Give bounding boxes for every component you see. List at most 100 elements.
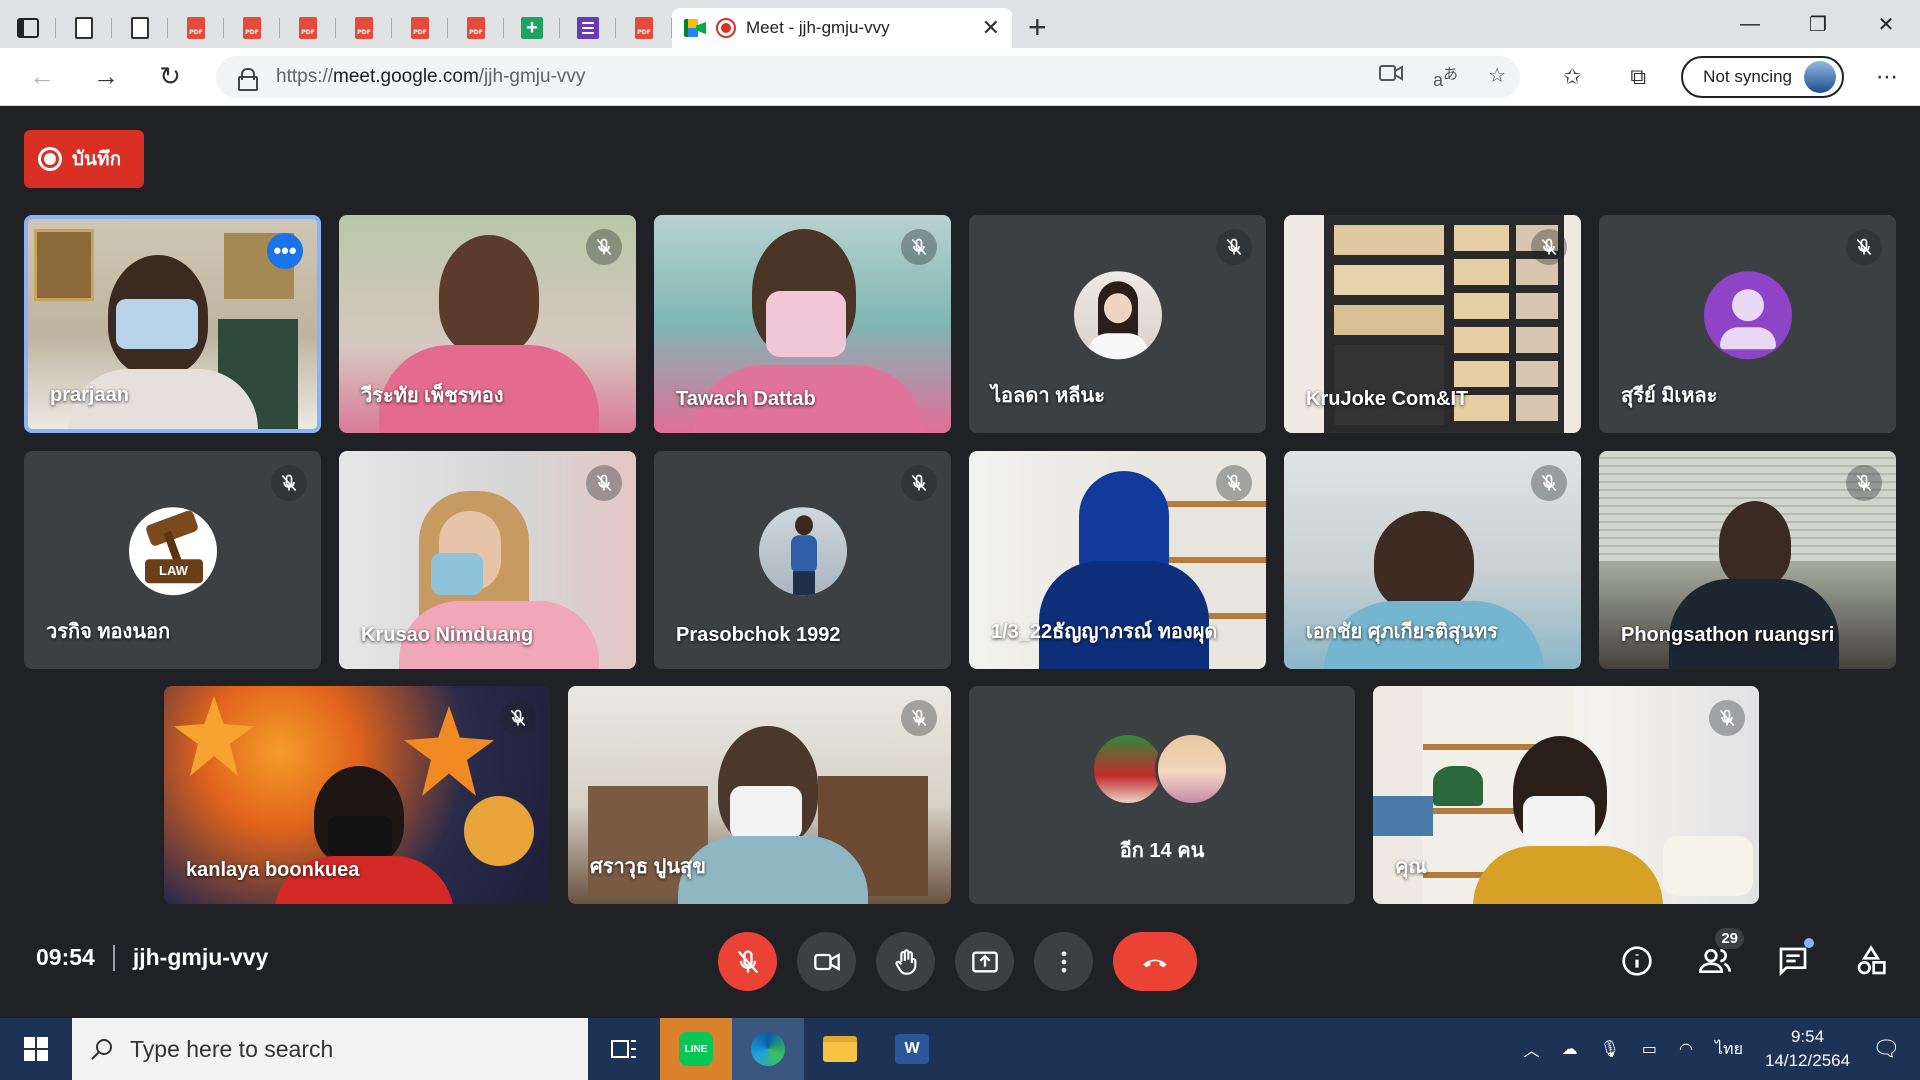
microphone-toggle-button[interactable] xyxy=(718,932,777,991)
participant-tile[interactable]: ••• prarjaan xyxy=(24,215,321,433)
participant-tile[interactable]: LAW วรกิจ ทองนอก xyxy=(24,451,321,669)
hang-up-icon xyxy=(1143,959,1167,967)
lock-icon[interactable] xyxy=(238,68,258,91)
participant-avatar xyxy=(1091,732,1165,806)
camera-in-use-icon[interactable] xyxy=(1379,63,1404,91)
word-app-button[interactable]: W xyxy=(876,1018,948,1080)
address-bar[interactable]: https://meet.google.com/jjh-gmju-vvy aあ … xyxy=(216,56,1520,98)
tab-doc-2[interactable] xyxy=(112,8,168,48)
pdf-icon: PDF xyxy=(411,17,429,39)
file-explorer-button[interactable] xyxy=(804,1018,876,1080)
close-window-button[interactable]: ✕ xyxy=(1852,0,1920,48)
pdf-icon: PDF xyxy=(355,17,373,39)
participant-tile[interactable]: Tawach Dattab xyxy=(654,215,951,433)
browser-tab-strip: PDF PDF PDF PDF PDF PDF + PDF Meet - jjh… xyxy=(0,0,1920,48)
muted-mic-icon xyxy=(1846,229,1882,265)
add-favorite-icon[interactable]: ☆ xyxy=(1488,63,1506,91)
muted-mic-icon xyxy=(586,465,622,501)
new-tab-button[interactable]: + xyxy=(1028,9,1047,46)
camera-toggle-button[interactable] xyxy=(797,932,856,991)
system-tray: ︿ ☁ 🎙 ▭ ◠ ไทย 9:54 14/12/2564 🗨 xyxy=(1524,1018,1920,1080)
profile-button[interactable]: Not syncing xyxy=(1681,56,1844,98)
activities-button[interactable] xyxy=(1852,942,1890,980)
url-text[interactable]: https://meet.google.com/jjh-gmju-vvy xyxy=(276,66,1379,88)
leave-call-button[interactable] xyxy=(1113,932,1197,991)
tab-title: Meet - jjh-gmju-vvy xyxy=(746,18,890,37)
tab-pdf-1[interactable]: PDF xyxy=(168,8,224,48)
participant-tile[interactable]: เอกชัย ศุภเกียรติสุนทร xyxy=(1284,451,1581,669)
more-options-icon[interactable]: ⋯ xyxy=(1854,64,1920,90)
muted-mic-icon xyxy=(1846,465,1882,501)
meeting-time: 09:54 xyxy=(36,944,95,970)
muted-mic-icon xyxy=(586,229,622,265)
participant-tile[interactable]: ไอลดา หลีนะ xyxy=(969,215,1266,433)
tab-doc-1[interactable] xyxy=(56,8,112,48)
participant-tile[interactable]: วีระทัย เพ็ชรทอง xyxy=(339,215,636,433)
meeting-details-button[interactable] xyxy=(1618,942,1656,980)
pdf-icon: PDF xyxy=(467,17,485,39)
minimize-button[interactable]: — xyxy=(1716,0,1784,48)
microphone-tray-icon[interactable]: 🎙 xyxy=(1600,1039,1620,1059)
forward-button[interactable]: → xyxy=(74,48,138,106)
translate-icon[interactable]: aあ xyxy=(1433,63,1458,91)
participant-tile[interactable]: kanlaya boonkuea xyxy=(164,686,550,904)
more-options-icon[interactable]: ••• xyxy=(267,233,303,269)
tab-actions-button[interactable] xyxy=(0,8,56,48)
present-screen-button[interactable] xyxy=(955,932,1014,991)
tab-pdf-3[interactable]: PDF xyxy=(280,8,336,48)
muted-mic-icon xyxy=(1216,229,1252,265)
participant-tile[interactable]: 1/3_22ธัญญาภรณ์ ทองผุด xyxy=(969,451,1266,669)
refresh-button[interactable]: ↻ xyxy=(138,48,202,106)
participant-tile[interactable]: Prasobchok 1992 xyxy=(654,451,951,669)
battery-icon[interactable]: ▭ xyxy=(1642,1039,1657,1059)
collections-icon[interactable]: ⧉ xyxy=(1605,64,1671,90)
people-icon xyxy=(1699,949,1731,973)
start-button[interactable] xyxy=(0,1018,72,1080)
restore-button[interactable]: ❐ xyxy=(1784,0,1852,48)
task-view-button[interactable] xyxy=(588,1018,660,1080)
wifi-icon[interactable]: ◠ xyxy=(1679,1039,1693,1059)
edge-app-button[interactable] xyxy=(732,1018,804,1080)
meeting-code: jjh-gmju-vvy xyxy=(132,944,269,970)
tab-pdf-5[interactable]: PDF xyxy=(392,8,448,48)
participant-name: Tawach Dattab xyxy=(676,388,816,410)
muted-mic-icon xyxy=(1531,465,1567,501)
language-indicator[interactable]: ไทย xyxy=(1715,1037,1743,1062)
close-tab-icon[interactable]: ✕ xyxy=(982,15,1000,41)
tab-forms[interactable] xyxy=(560,8,616,48)
onedrive-icon[interactable]: ☁ xyxy=(1562,1039,1578,1059)
recording-indicator-icon xyxy=(716,18,736,38)
participant-name: 1/3_22ธัญญาภรณ์ ทองผุด xyxy=(991,621,1218,643)
pdf-icon: PDF xyxy=(635,17,653,39)
participant-tile[interactable]: Phongsathon ruangsri xyxy=(1599,451,1896,669)
raise-hand-button[interactable] xyxy=(876,932,935,991)
tab-pdf-2[interactable]: PDF xyxy=(224,8,280,48)
participant-tile[interactable]: ศราวุธ ปูนสุข xyxy=(568,686,951,904)
tab-meet-active[interactable]: Meet - jjh-gmju-vvy ✕ xyxy=(672,8,1012,48)
tab-pdf-4[interactable]: PDF xyxy=(336,8,392,48)
show-hidden-icons[interactable]: ︿ xyxy=(1524,1037,1540,1061)
participant-name: KruJoke Com&IT xyxy=(1306,388,1469,410)
notifications-icon[interactable]: 🗨 xyxy=(1872,1036,1900,1062)
camera-icon xyxy=(813,952,840,971)
participant-tile[interactable]: คุณ xyxy=(1373,686,1759,904)
muted-mic-icon xyxy=(500,700,536,736)
taskbar-search-box[interactable]: Type here to search xyxy=(72,1018,588,1080)
participant-tile[interactable]: Krusao Nimduang xyxy=(339,451,636,669)
participant-name: Krusao Nimduang xyxy=(361,624,534,646)
chat-button[interactable] xyxy=(1774,938,1814,980)
tab-pdf-6[interactable]: PDF xyxy=(448,8,504,48)
tab-sheets[interactable]: + xyxy=(504,8,560,48)
taskbar-clock[interactable]: 9:54 14/12/2564 xyxy=(1765,1025,1850,1073)
participant-tile[interactable]: KruJoke Com&IT xyxy=(1284,215,1581,433)
favorites-icon[interactable]: ✩ xyxy=(1539,64,1605,90)
participant-tile[interactable]: สุรีย์ มิเหละ xyxy=(1599,215,1896,433)
participants-button[interactable]: 29 xyxy=(1696,928,1744,980)
more-actions-button[interactable] xyxy=(1034,932,1093,991)
record-icon xyxy=(38,147,62,171)
tab-pdf-7[interactable]: PDF xyxy=(616,8,672,48)
line-app-button[interactable]: LINE xyxy=(660,1018,732,1080)
back-button[interactable]: ← xyxy=(10,48,74,106)
more-participants-tile[interactable]: อีก 14 คน xyxy=(969,686,1355,904)
recording-button[interactable]: บันทึก xyxy=(24,130,144,188)
